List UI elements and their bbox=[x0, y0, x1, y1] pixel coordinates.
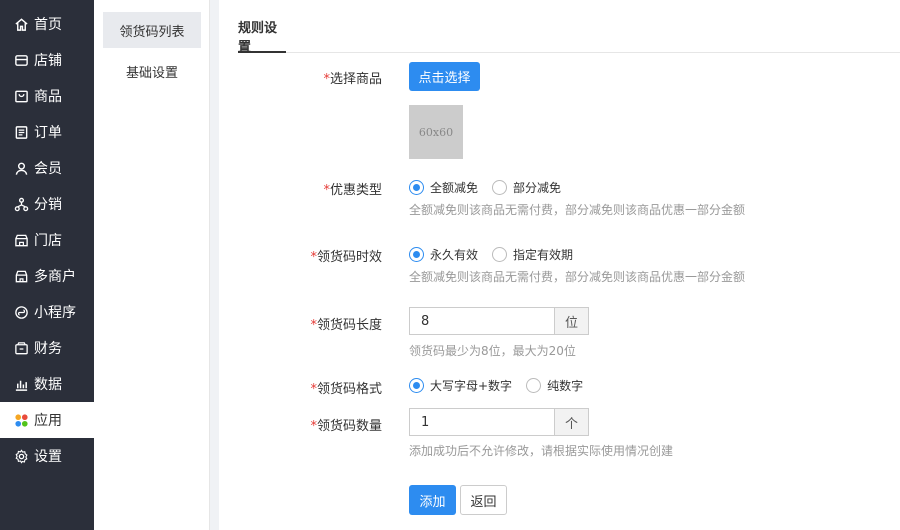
label-text: 领货码数量 bbox=[316, 419, 382, 434]
radio-label: 纯数字 bbox=[547, 379, 584, 393]
code-count-help: 添加成功后不允许修改，请根据实际使用情况创建 bbox=[409, 444, 674, 458]
label-text: 选择商品 bbox=[329, 72, 382, 87]
discount-type-label: *优惠类型 bbox=[323, 179, 382, 198]
sidebar-item-label: 财务 bbox=[34, 341, 62, 357]
radio-button[interactable] bbox=[409, 247, 424, 262]
main-sidebar: 首页 店铺 商品 订单 会员 分销 门店 多商户 小程序 财务 数据 应用 设置 bbox=[0, 0, 94, 530]
sidebar-item-member[interactable]: 会员 bbox=[0, 150, 94, 186]
add-button[interactable]: 添加 bbox=[409, 485, 456, 515]
sidebar-item-home[interactable]: 首页 bbox=[0, 6, 94, 42]
select-product-button[interactable]: 点击选择 bbox=[409, 62, 480, 91]
finance-icon bbox=[13, 340, 29, 356]
settings-icon bbox=[13, 448, 29, 464]
radio-option-custom-period[interactable]: 指定有效期 bbox=[492, 246, 573, 263]
sidebar-item-label: 首页 bbox=[34, 17, 62, 33]
sidebar-item-label: 小程序 bbox=[34, 305, 76, 321]
sidebar-item-shop[interactable]: 门店 bbox=[0, 222, 94, 258]
store-icon bbox=[13, 52, 29, 68]
data-icon bbox=[13, 376, 29, 392]
apps-icon bbox=[13, 412, 29, 428]
goods-icon bbox=[13, 88, 29, 104]
tab-rule-settings[interactable]: 规则设置 bbox=[238, 20, 286, 55]
validity-help: 全额减免则该商品无需付费，部分减免则该商品优惠一部分金额 bbox=[409, 270, 746, 284]
sidebar-item-label: 数据 bbox=[34, 377, 62, 393]
sidebar-item-settings[interactable]: 设置 bbox=[0, 438, 94, 474]
tab-bar: 规则设置 bbox=[238, 20, 900, 55]
radio-option-numeric[interactable]: 纯数字 bbox=[526, 377, 583, 394]
subnav-item-basic-settings[interactable]: 基础设置 bbox=[103, 53, 201, 89]
sidebar-item-data[interactable]: 数据 bbox=[0, 366, 94, 402]
code-count-unit: 个 bbox=[554, 408, 589, 436]
sidebar-item-label: 多商户 bbox=[34, 269, 76, 285]
product-label: *选择商品 bbox=[323, 68, 382, 87]
home-icon bbox=[13, 16, 29, 32]
label-text: 领货码时效 bbox=[316, 250, 382, 265]
discount-type-radio-group: 全额减免 部分减免 bbox=[409, 179, 575, 196]
code-count-label: *领货码数量 bbox=[310, 415, 382, 434]
sidebar-item-label: 应用 bbox=[34, 413, 62, 429]
radio-button[interactable] bbox=[409, 180, 424, 195]
sidebar-item-apps[interactable]: 应用 bbox=[0, 402, 94, 438]
validity-radio-group: 永久有效 指定有效期 bbox=[409, 246, 587, 263]
radio-option-alnum[interactable]: 大写字母+数字 bbox=[409, 377, 512, 394]
sidebar-item-label: 商品 bbox=[34, 89, 62, 105]
sidebar-item-order[interactable]: 订单 bbox=[0, 114, 94, 150]
product-thumbnail: 60x60 bbox=[409, 105, 463, 159]
sidebar-item-label: 门店 bbox=[34, 233, 62, 249]
code-count-input[interactable] bbox=[409, 408, 554, 436]
main-content: 规则设置 *选择商品 点击选择 60x60 *优惠类型 全额减免 部分减免 全额… bbox=[219, 0, 900, 530]
sidebar-item-label: 分销 bbox=[34, 197, 62, 213]
sidebar-item-store[interactable]: 店铺 bbox=[0, 42, 94, 78]
radio-label: 全额减免 bbox=[430, 181, 479, 195]
label-text: 领货码格式 bbox=[316, 382, 382, 397]
code-length-input[interactable] bbox=[409, 307, 554, 335]
radio-option-permanent[interactable]: 永久有效 bbox=[409, 246, 478, 263]
order-icon bbox=[13, 124, 29, 140]
miniprogram-icon bbox=[13, 304, 29, 320]
code-format-radio-group: 大写字母+数字 纯数字 bbox=[409, 377, 597, 394]
code-count-input-group: 个 bbox=[409, 408, 589, 436]
radio-button[interactable] bbox=[492, 247, 508, 262]
sidebar-item-label: 店铺 bbox=[34, 53, 62, 69]
discount-type-help: 全额减免则该商品无需付费，部分减免则该商品优惠一部分金额 bbox=[409, 203, 746, 217]
radio-label: 部分减免 bbox=[513, 181, 562, 195]
sidebar-item-label: 会员 bbox=[34, 161, 62, 177]
code-length-label: *领货码长度 bbox=[310, 314, 382, 333]
radio-label: 指定有效期 bbox=[513, 248, 574, 262]
code-length-unit: 位 bbox=[554, 307, 589, 335]
label-text: 领货码长度 bbox=[316, 318, 382, 333]
sidebar-item-label: 订单 bbox=[34, 125, 62, 141]
code-length-input-group: 位 bbox=[409, 307, 589, 335]
sidebar-item-finance[interactable]: 财务 bbox=[0, 330, 94, 366]
validity-label: *领货码时效 bbox=[310, 246, 382, 265]
radio-label: 大写字母+数字 bbox=[430, 379, 513, 393]
sidebar-item-goods[interactable]: 商品 bbox=[0, 78, 94, 114]
sidebar-item-label: 设置 bbox=[34, 449, 62, 465]
sidebar-item-distribution[interactable]: 分销 bbox=[0, 186, 94, 222]
radio-label: 永久有效 bbox=[430, 248, 479, 262]
back-button[interactable]: 返回 bbox=[460, 485, 507, 515]
label-text: 优惠类型 bbox=[329, 183, 382, 198]
distribution-icon bbox=[13, 196, 29, 212]
radio-button[interactable] bbox=[526, 378, 542, 393]
radio-option-partial[interactable]: 部分减免 bbox=[492, 179, 561, 196]
sub-sidebar: 领货码列表 基础设置 bbox=[94, 0, 210, 530]
sidebar-item-merchant[interactable]: 多商户 bbox=[0, 258, 94, 294]
code-length-help: 领货码最少为8位，最大为20位 bbox=[409, 344, 576, 358]
shop-icon bbox=[13, 232, 29, 248]
radio-option-full[interactable]: 全额减免 bbox=[409, 179, 478, 196]
code-format-label: *领货码格式 bbox=[310, 378, 382, 397]
merchant-icon bbox=[13, 268, 29, 284]
member-icon bbox=[13, 160, 29, 176]
radio-button[interactable] bbox=[409, 378, 424, 393]
subnav-item-code-list[interactable]: 领货码列表 bbox=[103, 12, 201, 48]
radio-button[interactable] bbox=[492, 180, 508, 195]
sidebar-item-miniprogram[interactable]: 小程序 bbox=[0, 294, 94, 330]
